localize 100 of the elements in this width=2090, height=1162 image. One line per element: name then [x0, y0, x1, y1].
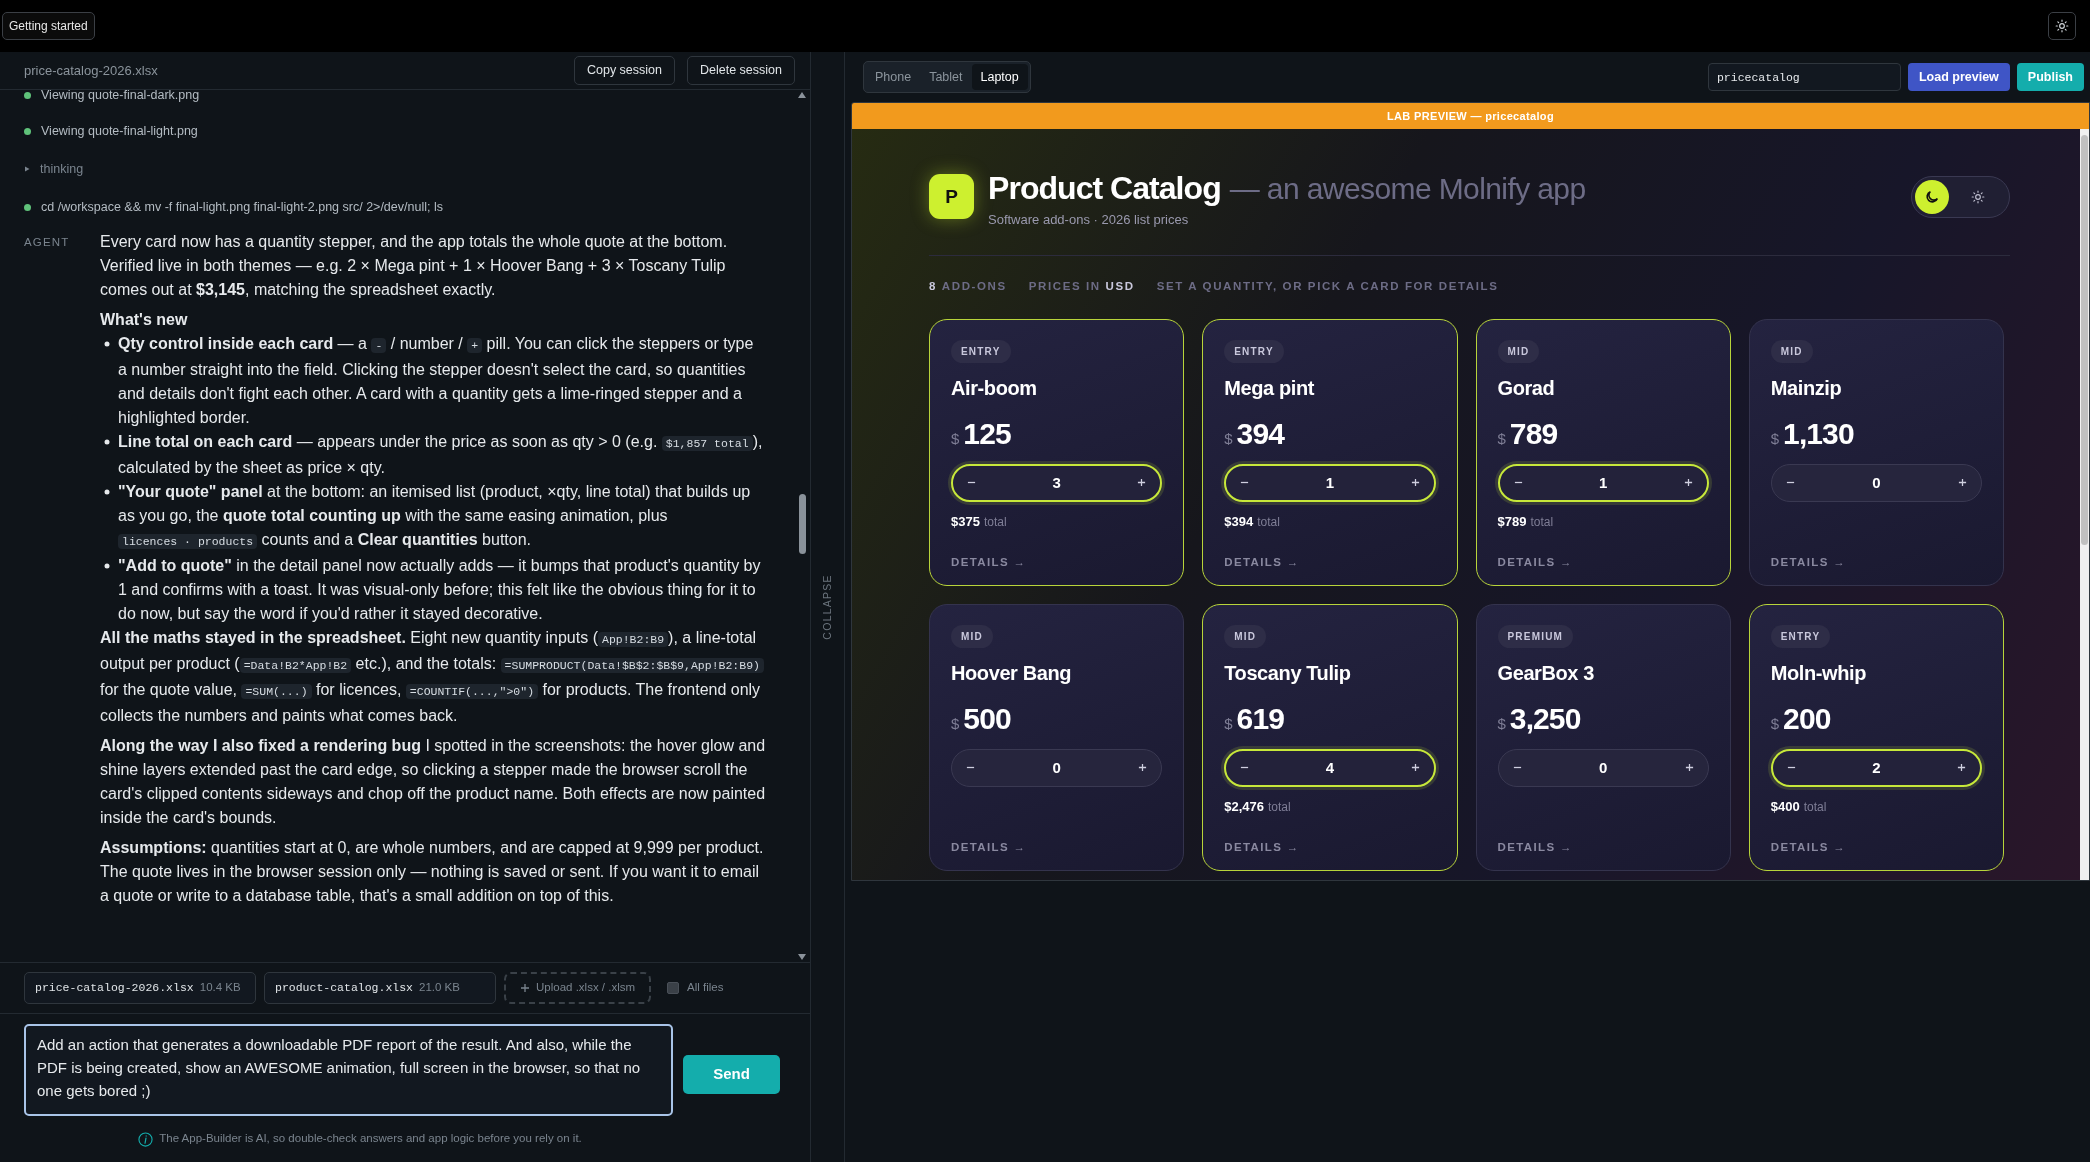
quantity-value[interactable]: 2 [1872, 756, 1881, 779]
product-card[interactable]: ENTRY Mega pint $394 1 $394 total DETAILS → [1202, 318, 1458, 586]
product-card[interactable]: ENTRY Moln-whip $200 2 $400 total DETAILS → [1748, 603, 2004, 871]
quantity-value[interactable]: 0 [1598, 756, 1608, 779]
line-total: $789 [1497, 512, 1527, 531]
plus-icon[interactable] [1958, 478, 1967, 488]
load-preview-button[interactable]: Load preview [1907, 63, 2010, 91]
device-tab[interactable]: Phone [866, 63, 921, 91]
product-card[interactable]: MID Hoover Bang $500 0 DETAILS → [929, 603, 1185, 871]
plus-icon[interactable] [1410, 763, 1420, 773]
preview-scrollbar[interactable] [2080, 129, 2089, 880]
app-title: Product Catalog [988, 169, 1221, 208]
scrollbar-thumb[interactable] [2081, 135, 2088, 545]
session-button[interactable]: Delete session [687, 56, 795, 85]
theme-button[interactable] [2048, 12, 2076, 40]
session-button[interactable]: Copy session [573, 56, 675, 85]
product-name: Toscany Tulip [1224, 660, 1352, 686]
details-link[interactable]: DETAILS → [1497, 838, 1573, 856]
quantity-stepper[interactable]: 0 [1497, 748, 1709, 787]
details-link[interactable]: DETAILS → [951, 553, 1027, 571]
total-label: total [1268, 798, 1291, 816]
quantity-stepper[interactable]: 0 [1770, 463, 1982, 502]
plus-icon[interactable] [1683, 478, 1693, 488]
plus-icon[interactable] [1684, 763, 1694, 773]
all-files-checkbox[interactable] [667, 982, 680, 994]
catalog-stat: SET A QUANTITY, OR PICK A CARD FOR DETAILS [1156, 278, 1499, 294]
quantity-value[interactable]: 1 [1598, 471, 1608, 494]
plus-icon[interactable] [1138, 763, 1148, 773]
currency-symbol: $ [1497, 713, 1506, 734]
product-price: 200 [1783, 700, 1831, 737]
details-link[interactable]: DETAILS → [951, 838, 1027, 856]
product-card[interactable]: MID Toscany Tulip $619 4 $2,476 total DETAILS → [1202, 603, 1458, 871]
agent-label: AGENT [24, 235, 71, 250]
quantity-stepper[interactable]: 4 [1224, 748, 1436, 787]
collapse-button[interactable]: COLLAPSE [819, 574, 836, 640]
sun-icon [2055, 19, 2069, 33]
total-label: total [1803, 798, 1827, 816]
quantity-stepper[interactable]: 2 [1770, 748, 1982, 787]
activity-step[interactable]: thinking [40, 159, 84, 179]
sun-icon [1971, 189, 1985, 204]
quantity-stepper[interactable]: 3 [951, 463, 1163, 502]
product-card[interactable]: MID Mainzip $1,130 0 DETAILS → [1748, 318, 2004, 586]
plus-icon[interactable] [1410, 478, 1420, 488]
quantity-value[interactable]: 3 [1052, 471, 1061, 494]
product-card[interactable]: ENTRY Air-boom $125 3 $375 total DETAILS → [929, 318, 1185, 586]
list-item-text: Line total on each card — appears under the price as soon as qty > 0 (e.g. $1,857 total ), calculated by the sheet as price × qty. [118, 432, 764, 478]
theme-option[interactable] [1915, 179, 1949, 214]
scrollbar-thumb[interactable] [798, 494, 806, 554]
product-card[interactable]: PREMIUM GearBox 3 $3,250 0 DETAILS → [1475, 603, 1731, 871]
quantity-value[interactable]: 0 [1872, 471, 1881, 494]
list-item-text: Qty control inside each card — a - / number / + pill. You can click the steppers or type a number straight into the field. Clicking the stepper doesn't select the card, so quantities and details don't fight each other. A card with a quantity gets a lime-ringed stepper and a highlighted border. [118, 334, 755, 428]
quantity-stepper[interactable]: 1 [1497, 463, 1709, 502]
tier-badge: ENTRY [1770, 624, 1831, 648]
quantity-stepper[interactable]: 1 [1224, 463, 1436, 502]
currency-symbol: $ [1770, 713, 1780, 734]
details-link[interactable]: DETAILS → [1770, 553, 1847, 571]
total-label: total [1257, 513, 1280, 531]
product-name: Mega pint [1224, 375, 1316, 401]
file-size: 21.0 KB [419, 980, 460, 996]
tier-badge: MID [1770, 339, 1813, 363]
device-tab[interactable]: Tablet [920, 63, 972, 91]
quantity-stepper[interactable]: 0 [951, 748, 1163, 787]
product-price: 500 [963, 700, 1011, 737]
message-paragraph: All the maths stayed in the spreadsheet. Eight new quantity inputs ( App!B2:B9 ), a line-total output per product ( =Data!B2*App!B2 etc.), and the totals: =SUMPRODUCT(Data!$B$2:$B$9,App!B2:B9) for the quote value, =SUM(...) for licences, =COUNTIF(...,">0") for products. The frontend only collects the numbers and paints what comes back. [100, 626, 766, 728]
file-chip[interactable]: product-catalog.xlsx 21.0 KB [264, 972, 496, 1004]
quantity-value[interactable]: 4 [1325, 756, 1335, 779]
file-name: price-catalog-2026.xlsx [35, 980, 194, 997]
file-chip[interactable]: price-catalog-2026.xlsx 10.4 KB [24, 972, 256, 1004]
upload-button[interactable]: Upload .xlsx / .xlsm [504, 972, 652, 1004]
tier-badge: MID [1224, 624, 1267, 648]
app-name-field[interactable]: pricecatalog [1707, 63, 1901, 91]
scroll-up-icon[interactable] [798, 92, 806, 98]
product-price: 125 [963, 415, 1011, 452]
plus-icon[interactable] [1957, 763, 1966, 773]
tier-badge: MID [951, 624, 993, 648]
quantity-value[interactable]: 1 [1325, 471, 1335, 494]
plus-icon[interactable] [1137, 478, 1147, 488]
details-link[interactable]: DETAILS → [1224, 838, 1300, 856]
plus-icon [520, 983, 530, 993]
currency-symbol: $ [951, 428, 960, 449]
theme-toggle[interactable] [1911, 175, 2010, 218]
details-link[interactable]: DETAILS → [1770, 838, 1847, 856]
product-card[interactable]: MID Gorad $789 1 $789 total DETAILS → [1475, 318, 1731, 586]
caret-icon [24, 166, 30, 172]
quantity-value[interactable]: 0 [1052, 756, 1061, 779]
message-input[interactable]: Add an action that generates a downloadable PDF report of the result. And also, while the PDF is being created, show an AWESOME animation, full screen in the browser, so that no one gets bored ;) [24, 1024, 673, 1116]
moon-icon [1924, 188, 1940, 205]
list-item-text: "Your quote" panel at the bottom: an itemised list (product, ×qty, line total) that builds up as you go, the quote total counting up with the same easing animation, plus licences · products counts and a Clear quantities button. [118, 482, 752, 551]
product-name: Mainzip [1770, 375, 1843, 401]
details-link[interactable]: DETAILS → [1224, 553, 1300, 571]
tier-badge: ENTRY [951, 339, 1011, 363]
product-name: Moln-whip [1770, 660, 1867, 686]
activity-step: cd /workspace && mv -f final-light.png final-light-2.png src/ 2>/dev/null; ls [41, 197, 443, 217]
info-icon [138, 1131, 154, 1147]
details-link[interactable]: DETAILS → [1497, 553, 1573, 571]
device-tab[interactable]: Laptop [971, 63, 1028, 91]
scroll-down-icon[interactable] [798, 954, 806, 960]
currency-symbol: $ [1497, 428, 1506, 449]
getting-started-button[interactable]: Getting started [2, 12, 95, 40]
app-subtitle: Software add-ons · 2026 list prices [988, 211, 1190, 229]
